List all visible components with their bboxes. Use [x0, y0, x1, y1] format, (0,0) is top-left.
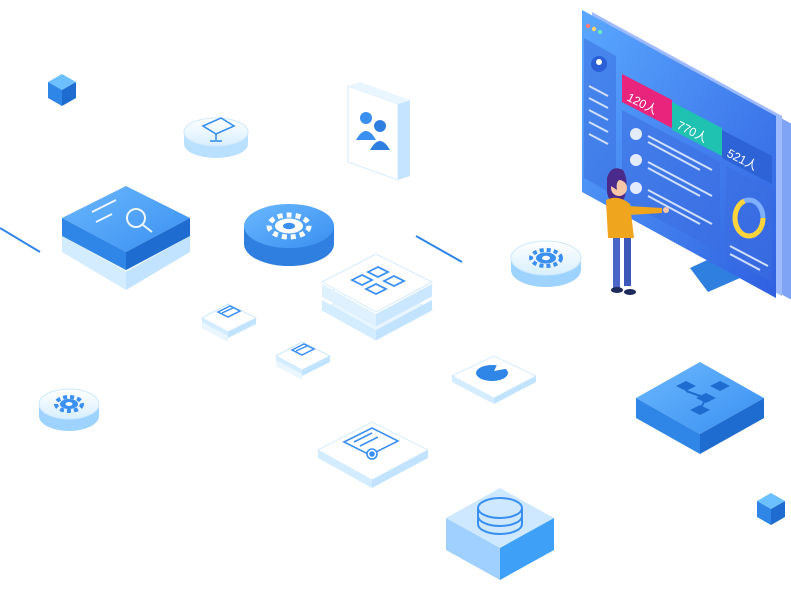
- gear-disk: [244, 204, 334, 266]
- gear-disk-small: [510, 240, 582, 287]
- illustration-canvas: 120人 770人 521人: [0, 10, 791, 580]
- accent-line: [415, 235, 463, 263]
- database-cube: [446, 488, 554, 580]
- cube-icon: [48, 74, 76, 106]
- document-tile: [316, 421, 430, 488]
- users-tile: [347, 82, 410, 181]
- grid-stack: [320, 253, 434, 341]
- accent-line: [0, 227, 41, 253]
- chip-tile: [274, 341, 332, 380]
- cube-icon: [757, 493, 785, 525]
- flowchart-slab: [636, 362, 764, 454]
- search-settings-slab: [62, 186, 190, 290]
- monitor-disk: [183, 117, 249, 158]
- pie-tile: [450, 355, 538, 404]
- gear-disk-left: [38, 388, 100, 431]
- chip-tile: [200, 303, 258, 342]
